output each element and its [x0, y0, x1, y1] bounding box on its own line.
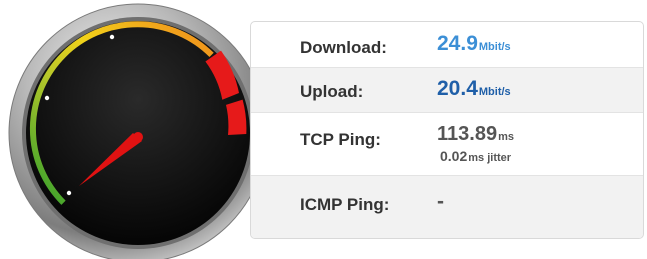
download-row: Download: 24.9Mbit/s [251, 22, 643, 68]
tcp-jitter-value: 0.02 [440, 148, 468, 164]
tcp-ping-value-group: 113.89ms [437, 123, 514, 146]
tcp-ping-row: TCP Ping: 113.89ms 0.02ms jitter [251, 113, 643, 176]
download-label: Download: [300, 38, 387, 57]
icmp-ping-value: - [437, 190, 444, 213]
upload-label: Upload: [300, 82, 364, 101]
tcp-ping-value: 113.89 [437, 123, 498, 145]
tcp-jitter-group: 0.02ms jitter [440, 148, 511, 166]
gauge-tick-dot [66, 190, 72, 196]
upload-value-group: 20.4Mbit/s [437, 77, 511, 101]
download-unit: Mbit/s [478, 41, 511, 53]
download-value: 24.9 [437, 32, 478, 55]
tcp-ping-unit: ms [498, 131, 514, 143]
gauge-tick-dot [109, 34, 115, 40]
results-panel: Download: 24.9Mbit/s Upload: 20.4Mbit/s … [250, 21, 644, 239]
gauge-needle-hub [133, 132, 143, 142]
tcp-jitter-unit: ms jitter [468, 152, 512, 164]
tcp-ping-label: TCP Ping: [300, 130, 381, 149]
upload-unit: Mbit/s [478, 86, 511, 98]
gauge-redzone-lower [226, 99, 247, 135]
icmp-ping-value-group: - [437, 190, 444, 214]
download-value-group: 24.9Mbit/s [437, 32, 511, 56]
gauge-tick-dot [44, 95, 50, 101]
upload-row: Upload: 20.4Mbit/s [251, 68, 643, 113]
icmp-ping-row: ICMP Ping: - [251, 176, 643, 238]
speed-gauge [8, 3, 250, 259]
upload-value: 20.4 [437, 77, 478, 100]
icmp-ping-label: ICMP Ping: [300, 195, 390, 214]
